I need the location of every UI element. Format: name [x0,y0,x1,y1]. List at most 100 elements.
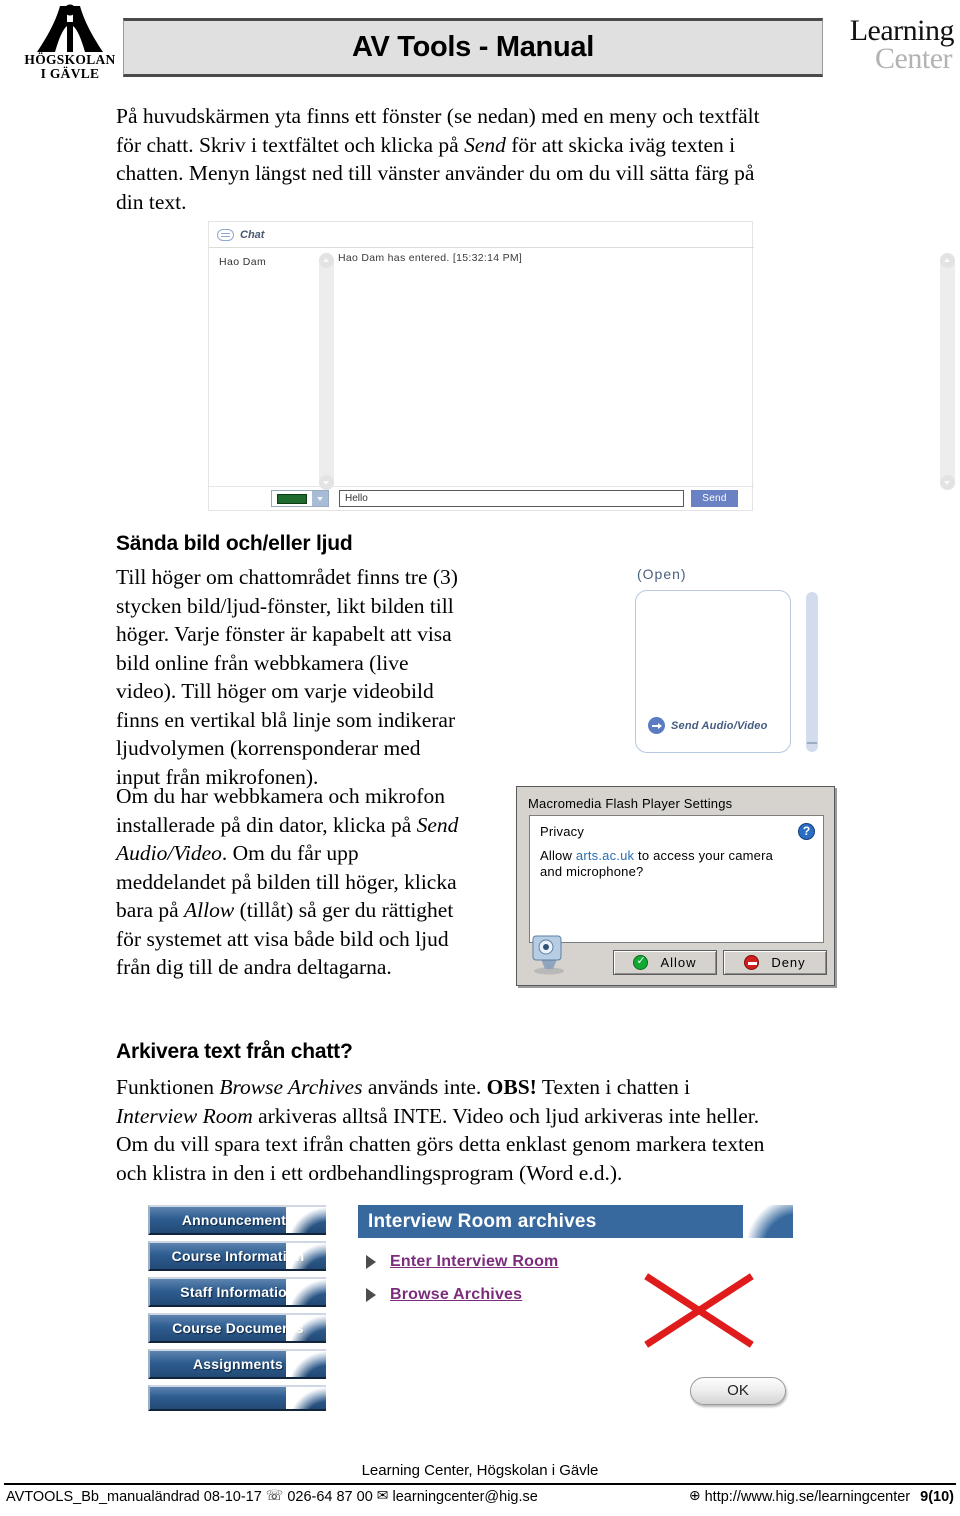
question-part-a: Allow [540,848,576,863]
section-heading-arkivera: Arkivera text från chatt? [116,1040,353,1063]
footer-doc-id: AVTOOLS_Bb_manualändrad 08-10-17 [6,1489,262,1505]
intro-line-4: din text. [116,189,187,214]
globe-icon: ⊕ [688,1488,701,1504]
nav-button-staff-information[interactable]: Staff Information [148,1277,326,1307]
nav-button-course-documents[interactable]: Course Documents [148,1313,326,1343]
phone-icon: ☏ [265,1488,284,1504]
blackboard-screenshot: Announcements Course Information Staff I… [148,1205,848,1420]
scroll-up-icon[interactable] [319,253,334,268]
deny-circle-icon [744,955,760,970]
enter-interview-room-link[interactable]: Enter Interview Room [390,1253,558,1271]
ok-button[interactable]: OK [690,1377,786,1405]
s3-l1: Funktionen Browse Archives används inte.… [116,1073,851,1102]
allow-button[interactable]: Allow [613,950,717,975]
interview-room-archives-panel: Interview Room archives Enter Interview … [358,1205,848,1348]
volume-indicator-bar [806,592,818,752]
send-audio-video-link[interactable]: Send Audio/Video [648,717,768,734]
question-part-b: to access your camera [634,848,774,863]
page-title: AV Tools - Manual [352,31,594,63]
bridge-arch-icon [27,2,113,52]
s2-p2-audiovideo: Audio/Video [116,841,222,865]
footer-email: learningcenter@hig.se [392,1489,538,1505]
s2-p2-l6: för systemet att visa både bild och ljud [116,926,449,951]
video-display-area: Send Audio/Video [635,590,791,753]
chat-participant-list: Hao Dam [209,249,317,489]
s2-p1-l3: höger. Varje fönster är kapabelt att vis… [116,622,452,646]
color-swatch [277,493,307,504]
intro-line-1: På huvudskärmen yta finns ett fönster (s… [116,104,760,128]
link-row-browse-archives[interactable]: Browse Archives [358,1286,848,1304]
s3-l1-b: används inte. [362,1075,487,1099]
s3-obs: OBS! [486,1075,537,1099]
s2-p2-l1: Om du har webbkamera och mikrofon [116,784,445,808]
course-nav-menu: Announcements Course Information Staff I… [148,1205,328,1417]
nav-button-partial[interactable] [148,1385,326,1411]
chat-bubble-icon [217,228,234,241]
s2-p2-l3: Audio/Video. Om du får upp [116,839,516,868]
video-window-screenshot: (Open) Send Audio/Video [623,566,835,759]
s2-p2-l2-a: installerade på din dator, klicka på [116,812,417,837]
footer-url: http://www.hig.se/learningcenter [704,1489,911,1505]
scroll-up-icon[interactable] [940,253,955,268]
chat-window-header: Chat [209,222,754,248]
open-window-label: (Open) [637,566,687,582]
chat-log-scrollbar[interactable] [940,253,955,490]
cross-stroke-1 [644,1273,754,1348]
s2-p2-l4: meddelandet på bilden till höger, klicka [116,869,457,894]
s2-p2-l5-b: (tillåt) så ger du rättighet [234,898,454,922]
intro-l2-a: för chatt. Skriv i textfältet och klicka… [116,132,465,157]
domain-link[interactable]: arts.ac.uk [576,848,634,863]
panel-banner: Interview Room archives [358,1205,793,1238]
chat-message: Hao Dam has entered. [15:32:14 PM] [338,252,523,264]
document-title-bar: AV Tools - Manual [123,18,823,77]
nav-button-assignments[interactable]: Assignments [148,1349,326,1379]
chat-compose-bar: Hello Send [209,486,754,510]
page-header: HÖGSKOLAN I GÄVLE AV Tools - Manual Lear… [0,0,960,90]
scroll-down-icon[interactable] [940,475,955,490]
nav-button-course-information[interactable]: Course Information [148,1241,326,1271]
panel-banner-label: Interview Room archives [368,1211,597,1232]
link-row-enter-interview-room[interactable]: Enter Interview Room [358,1253,848,1271]
s2-p1-l4: bild online från webbkamera (live [116,650,409,675]
help-icon[interactable]: ? [798,823,815,840]
question-part-c: and microphone? [540,864,644,879]
flash-dialog-title: Macromedia Flash Player Settings [528,796,733,811]
s2-p2-allow: Allow [184,898,235,922]
s3-l4: och klistra in den i ett ordbehandlingsp… [116,1160,623,1185]
participant-list-scrollbar[interactable] [319,253,334,490]
deny-button[interactable]: Deny [723,950,827,975]
triangle-bullet-icon [366,1255,376,1269]
send-button[interactable]: Send [691,490,738,507]
page-number: 9(10) [920,1489,954,1505]
allow-button-label: Allow [660,955,697,970]
s2-p2-l7: från dig till de andra deltagarna. [116,955,392,979]
s2-p2-l3-b: . Om du får upp [221,841,359,865]
flash-dialog-panel: Privacy Allow arts.ac.uk to access your … [529,815,824,943]
s3-l2: Interview Room arkiveras alltså INTE. Vi… [116,1102,851,1131]
nav-button-announcements[interactable]: Announcements [148,1205,326,1235]
permission-question: Allow arts.ac.uk to access your camera a… [540,848,813,880]
triangle-bullet-icon [366,1288,376,1302]
privacy-label: Privacy [540,824,585,839]
footer-right-group: ⊕ http://www.hig.se/learningcenter 9(10) [685,1488,954,1505]
lc-line1: Learning [849,14,955,47]
footer-divider [4,1483,956,1485]
check-circle-icon [633,954,649,970]
computer-camera-icon [529,931,569,975]
learning-center-logo: Learning Center [829,14,955,74]
browse-archives-link[interactable]: Browse Archives [390,1286,522,1304]
intro-paragraph: På huvudskärmen yta finns ett fönster (s… [116,102,846,216]
s3-l3: Om du vill spara text ifrån chatten görs… [116,1132,765,1156]
chat-message-input[interactable]: Hello [339,490,684,507]
intro-line-2: för chatt. Skriv i textfältet och klicka… [116,131,846,160]
s3-l1-a: Funktionen [116,1075,220,1099]
s3-interview-room: Interview Room [116,1103,253,1128]
footer-phone: 026-64 87 00 [287,1489,373,1505]
text-color-dropdown[interactable] [271,490,329,507]
chat-message-log: Hao Dam has entered. [15:32:14 PM] [338,252,928,264]
s2-p1-l7: ljudvolymen (korrensponderar med [116,736,421,760]
s2-p2-send: Send [416,812,459,837]
s3-l2-b: arkiveras alltså INTE. Video och ljud ar… [252,1103,760,1128]
send-audio-video-label: Send Audio/Video [671,719,768,732]
chevron-down-icon[interactable] [312,491,328,506]
